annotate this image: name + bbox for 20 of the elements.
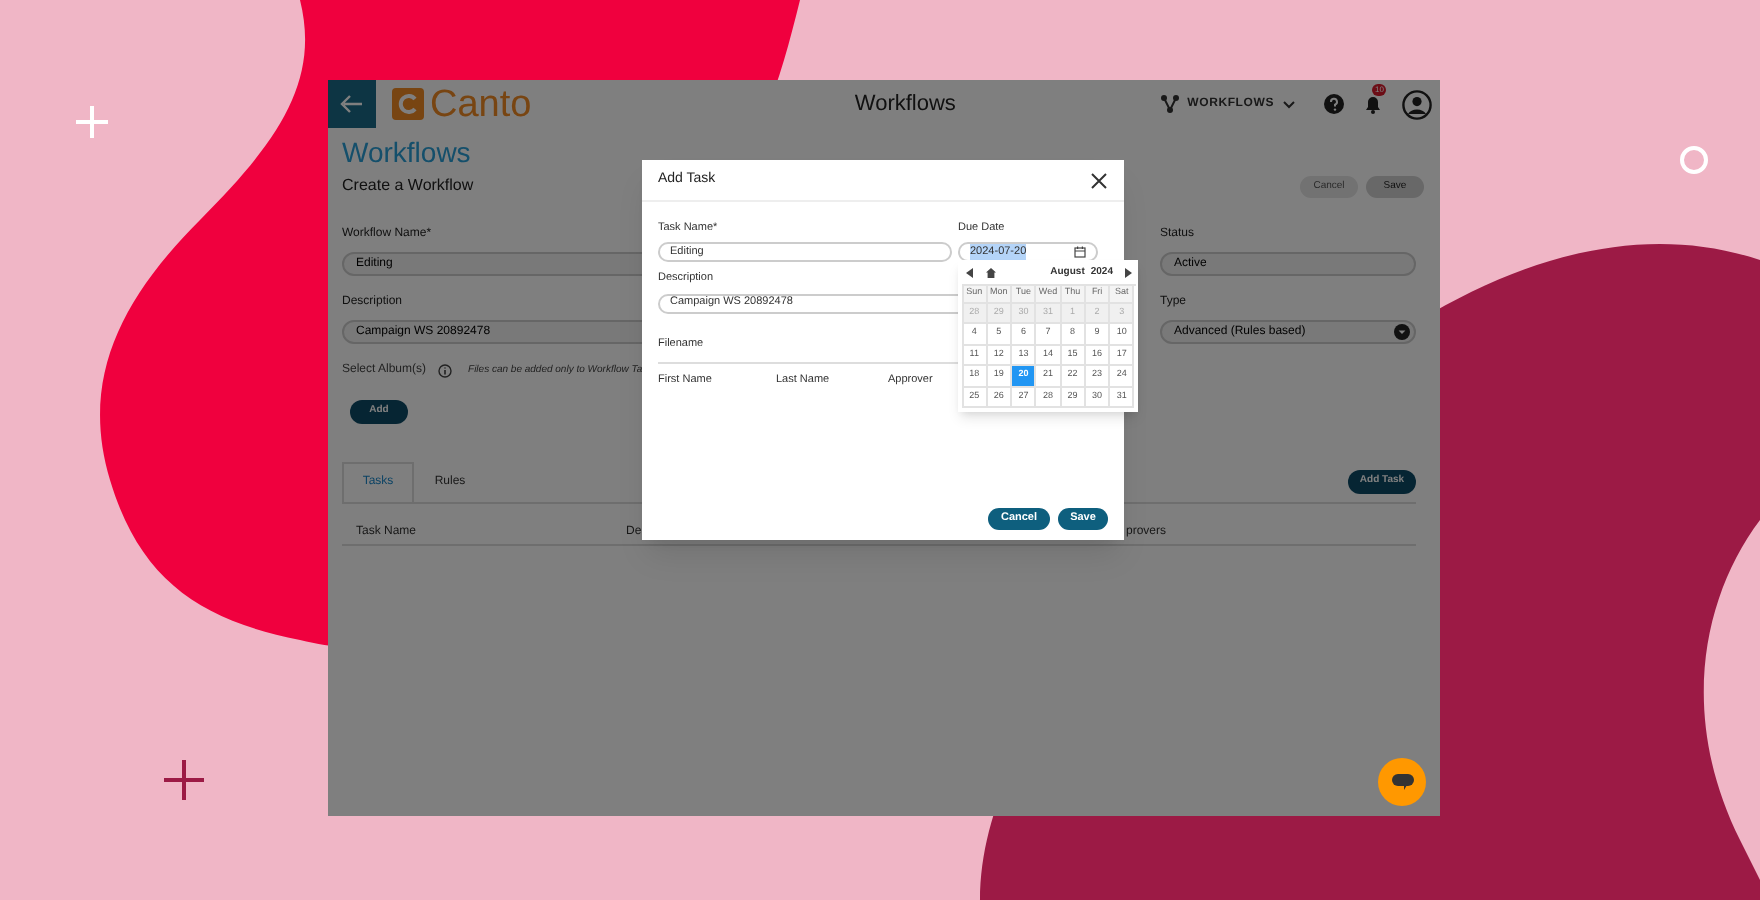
page-title: Workflows	[342, 136, 473, 168]
dropdown-icon	[1394, 324, 1410, 340]
speech-bubble-icon	[1391, 774, 1413, 790]
bell-icon[interactable]	[1364, 94, 1382, 114]
close-icon[interactable]	[1090, 171, 1108, 189]
workflow-icon	[1159, 94, 1180, 114]
chevron-down-icon	[1282, 99, 1296, 109]
home-icon[interactable]	[985, 268, 995, 278]
page-subtitle: Create a Workflow	[342, 174, 474, 198]
previous-icon[interactable]	[965, 268, 973, 278]
arrow-left-icon	[340, 94, 364, 114]
logo-icon	[392, 88, 424, 120]
back-button[interactable]	[328, 80, 376, 128]
header-title: Workflows	[852, 89, 958, 120]
help-icon[interactable]	[1324, 94, 1344, 114]
calendar-icon	[1074, 246, 1086, 259]
avatar-icon[interactable]	[1402, 89, 1432, 119]
info-icon	[438, 364, 453, 378]
chat-button[interactable]	[1378, 758, 1426, 806]
logo-text: Canto	[430, 85, 532, 123]
